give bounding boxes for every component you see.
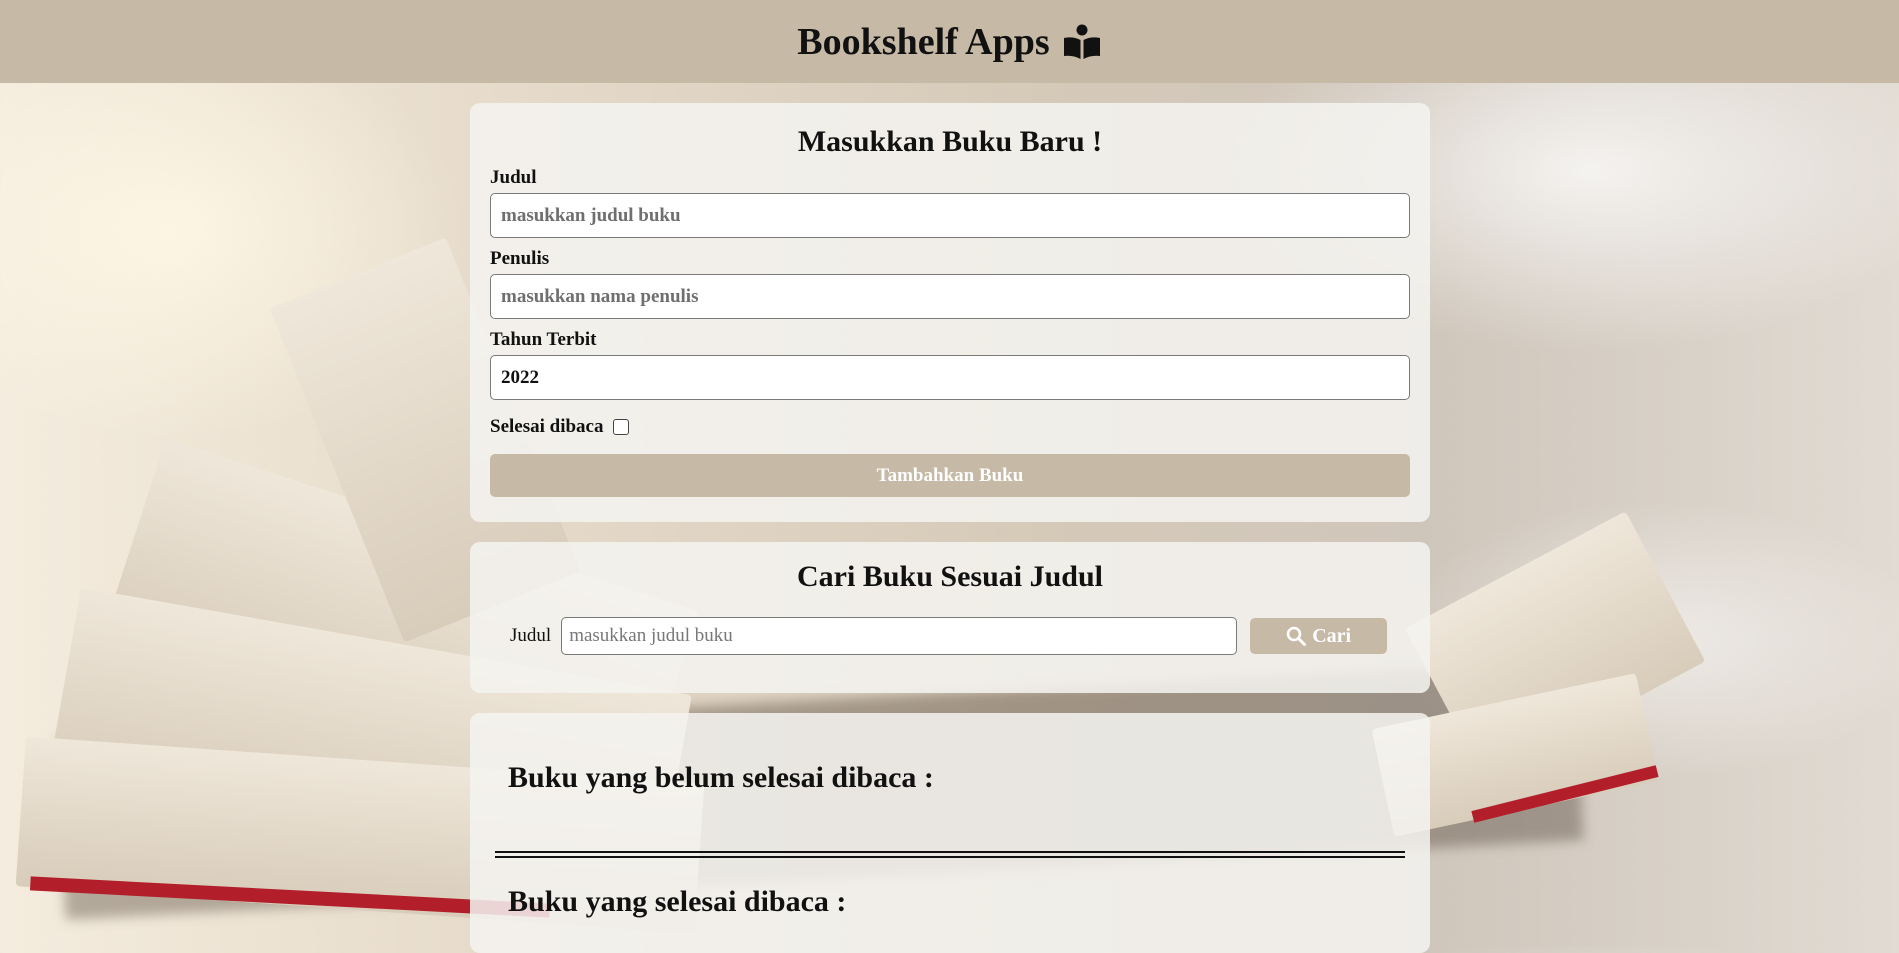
app-title: Bookshelf Apps — [797, 20, 1101, 64]
complete-shelf-title: Buku yang selesai dibaca : — [508, 885, 847, 918]
bookshelf-section: Buku yang belum selesai dibaca : Buku ya… — [470, 713, 1430, 953]
search-label: Judul — [510, 625, 552, 646]
search-button-label: Cari — [1312, 624, 1352, 647]
complete-checkbox-label: Selesai dibaca — [490, 416, 604, 437]
search-input[interactable] — [561, 617, 1238, 655]
app-header: Bookshelf Apps — [0, 0, 1899, 83]
complete-checkbox-row: Selesai dibaca — [490, 416, 1410, 438]
input-form-title: Masukkan Buku Baru ! — [797, 125, 1103, 158]
search-row: Judul Cari — [510, 617, 1388, 655]
app-title-text: Bookshelf Apps — [797, 20, 1050, 63]
book-year-input[interactable] — [490, 355, 1410, 400]
search-icon — [1286, 626, 1307, 646]
input-book-form: Masukkan Buku Baru ! Judul Penulis Tahun… — [470, 103, 1430, 522]
title-field-label: Judul — [490, 167, 537, 188]
add-book-button[interactable]: Tambahkan Buku — [490, 454, 1410, 497]
search-button[interactable]: Cari — [1250, 618, 1388, 654]
complete-checkbox[interactable] — [613, 419, 630, 435]
book-author-input[interactable] — [490, 274, 1410, 319]
open-book-reader-icon — [1062, 24, 1102, 60]
year-field-label: Tahun Terbit — [490, 329, 597, 350]
incomplete-shelf-title: Buku yang belum selesai dibaca : — [508, 761, 934, 794]
shelf-divider — [495, 851, 1405, 858]
search-book-section: Cari Buku Sesuai Judul Judul Cari — [470, 542, 1430, 693]
search-title: Cari Buku Sesuai Judul — [797, 560, 1103, 593]
author-field-label: Penulis — [490, 248, 550, 269]
book-title-input[interactable] — [490, 193, 1410, 238]
